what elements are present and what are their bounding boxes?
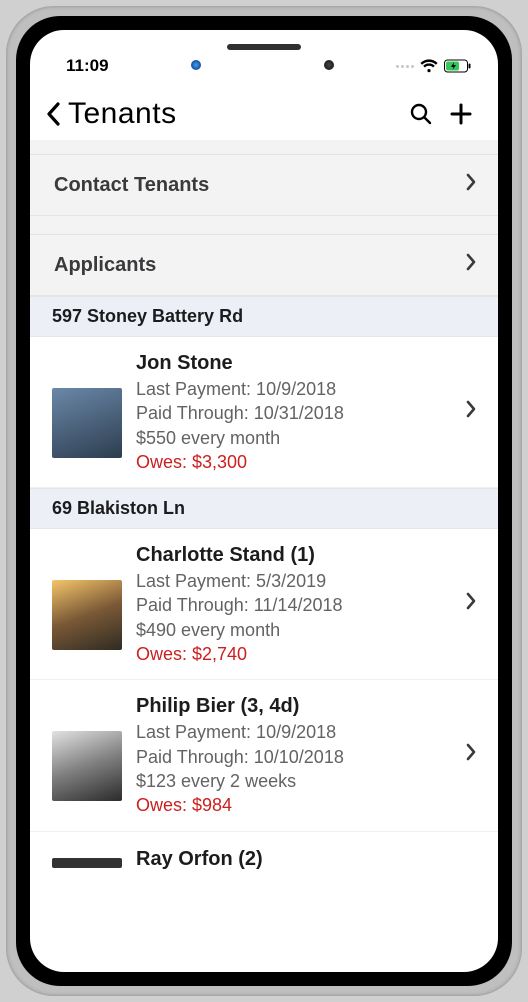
sensor-dot: [324, 60, 334, 70]
tenant-name: Jon Stone: [136, 350, 452, 377]
avatar: [52, 731, 122, 801]
applicants-label: Applicants: [54, 254, 466, 277]
group-address: 597 Stoney Battery Rd: [52, 306, 243, 326]
add-button[interactable]: [444, 97, 478, 131]
status-icons: [396, 59, 472, 73]
tenant-name: Philip Bier (3, 4d): [136, 693, 452, 720]
rent-amount: $550 every month: [136, 426, 452, 450]
status-bar: 11:09: [30, 44, 498, 88]
chevron-right-icon: [466, 173, 476, 197]
tenant-name: Charlotte Stand (1): [136, 542, 452, 569]
chevron-right-icon: [466, 592, 476, 616]
nav-bar: Tenants: [30, 88, 498, 140]
avatar: [52, 580, 122, 650]
owes-amount: Owes: $3,300: [136, 450, 452, 474]
tenant-name: Ray Orfon (2): [136, 846, 476, 873]
tenant-info: Ray Orfon (2): [136, 846, 476, 873]
paid-through: Paid Through: 10/31/2018: [136, 401, 452, 425]
last-payment: Last Payment: 10/9/2018: [136, 377, 452, 401]
chevron-right-icon: [466, 253, 476, 277]
phone-body: 11:09 Tenants: [16, 16, 512, 986]
contact-tenants-row[interactable]: Contact Tenants: [30, 154, 498, 216]
tenant-row[interactable]: Charlotte Stand (1) Last Payment: 5/3/20…: [30, 529, 498, 680]
rent-amount: $123 every 2 weeks: [136, 769, 452, 793]
tenant-info: Charlotte Stand (1) Last Payment: 5/3/20…: [136, 542, 452, 666]
tenant-info: Jon Stone Last Payment: 10/9/2018 Paid T…: [136, 350, 452, 474]
paid-through: Paid Through: 10/10/2018: [136, 745, 452, 769]
last-payment: Last Payment: 10/9/2018: [136, 720, 452, 744]
signal-dots-icon: [396, 65, 414, 68]
owes-amount: Owes: $984: [136, 793, 452, 817]
contact-tenants-label: Contact Tenants: [54, 174, 466, 197]
tenant-info: Philip Bier (3, 4d) Last Payment: 10/9/2…: [136, 693, 452, 817]
search-button[interactable]: [404, 97, 438, 131]
battery-charging-icon: [444, 59, 472, 73]
camera-dot: [191, 60, 201, 70]
chevron-right-icon: [466, 400, 476, 424]
avatar: [52, 858, 122, 868]
last-payment: Last Payment: 5/3/2019: [136, 569, 452, 593]
content-scroll[interactable]: Contact Tenants Applicants 597 Stoney Ba…: [30, 140, 498, 972]
wifi-icon: [420, 59, 438, 73]
group-address: 69 Blakiston Ln: [52, 498, 185, 518]
section-gap: [30, 216, 498, 234]
avatar: [52, 388, 122, 458]
tenant-row[interactable]: Philip Bier (3, 4d) Last Payment: 10/9/2…: [30, 680, 498, 831]
tenant-row[interactable]: Ray Orfon (2): [30, 832, 498, 873]
section-gap: [30, 140, 498, 154]
group-header: 597 Stoney Battery Rd: [30, 296, 498, 337]
status-time: 11:09: [66, 56, 396, 76]
group-header: 69 Blakiston Ln: [30, 488, 498, 529]
chevron-right-icon: [466, 743, 476, 767]
tenant-row[interactable]: Jon Stone Last Payment: 10/9/2018 Paid T…: [30, 337, 498, 488]
screen: 11:09 Tenants: [30, 30, 498, 972]
rent-amount: $490 every month: [136, 618, 452, 642]
applicants-row[interactable]: Applicants: [30, 234, 498, 296]
speaker-grille: [227, 44, 301, 50]
phone-case: 11:09 Tenants: [6, 6, 522, 996]
back-button[interactable]: [44, 99, 62, 129]
page-title: Tenants: [68, 97, 398, 131]
owes-amount: Owes: $2,740: [136, 642, 452, 666]
paid-through: Paid Through: 11/14/2018: [136, 593, 452, 617]
